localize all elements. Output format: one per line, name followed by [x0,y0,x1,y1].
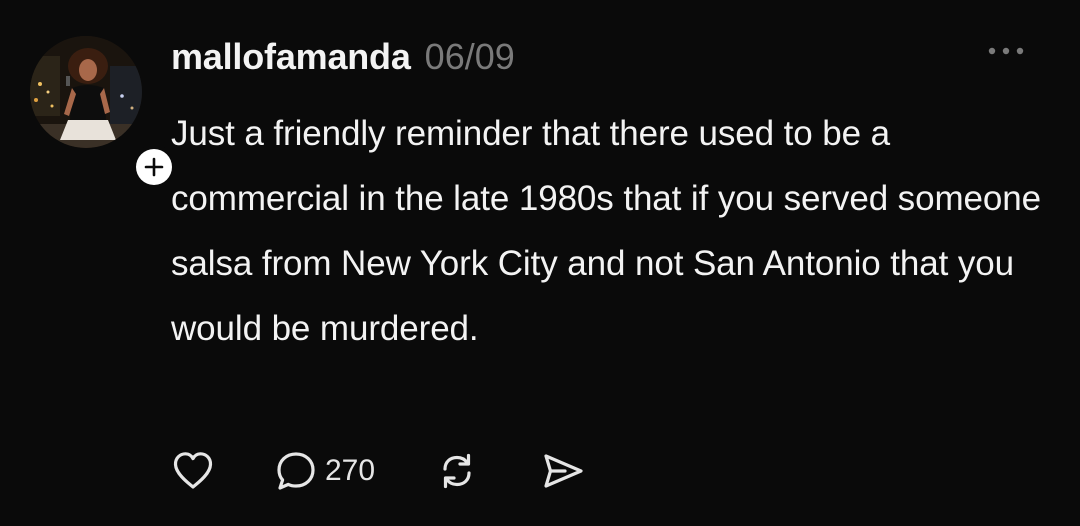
post-text: Just a friendly reminder that there used… [171,114,1041,348]
repost-icon [443,453,471,489]
follow-button[interactable] [132,145,176,189]
author-username[interactable]: mallofamanda [171,36,411,78]
ellipsis-icon [988,47,1024,55]
post-timestamp: 06/09 [424,36,515,77]
post-header: mallofamanda 06/09 [171,36,515,82]
reply-button[interactable]: 270 [275,450,375,492]
thread-post: mallofamanda 06/09 Just a friendly remin… [0,0,1080,526]
repost-button[interactable] [435,449,479,493]
share-button[interactable] [541,451,585,491]
follow-badge-inner [136,149,172,185]
send-icon [544,454,583,488]
like-button[interactable] [171,450,215,492]
post-actions: 270 [171,447,585,495]
author-avatar-container [30,36,176,189]
heart-icon [173,452,213,489]
plus-icon [144,157,164,177]
comment-icon [277,452,315,490]
more-options-button[interactable] [982,36,1030,66]
reply-count: 270 [325,454,376,487]
avatar[interactable] [30,36,142,148]
